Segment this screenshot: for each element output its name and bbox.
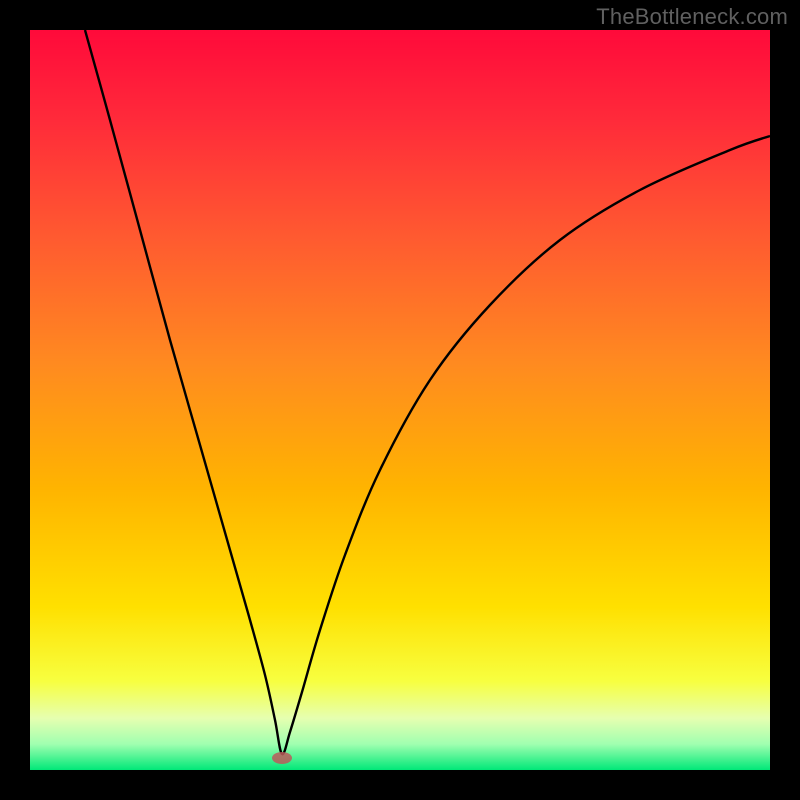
chart-frame: TheBottleneck.com	[0, 0, 800, 800]
minimum-marker	[272, 752, 292, 764]
plot-area	[30, 30, 770, 770]
gradient-background	[30, 30, 770, 770]
watermark-text: TheBottleneck.com	[596, 4, 788, 30]
bottleneck-chart	[30, 30, 770, 770]
